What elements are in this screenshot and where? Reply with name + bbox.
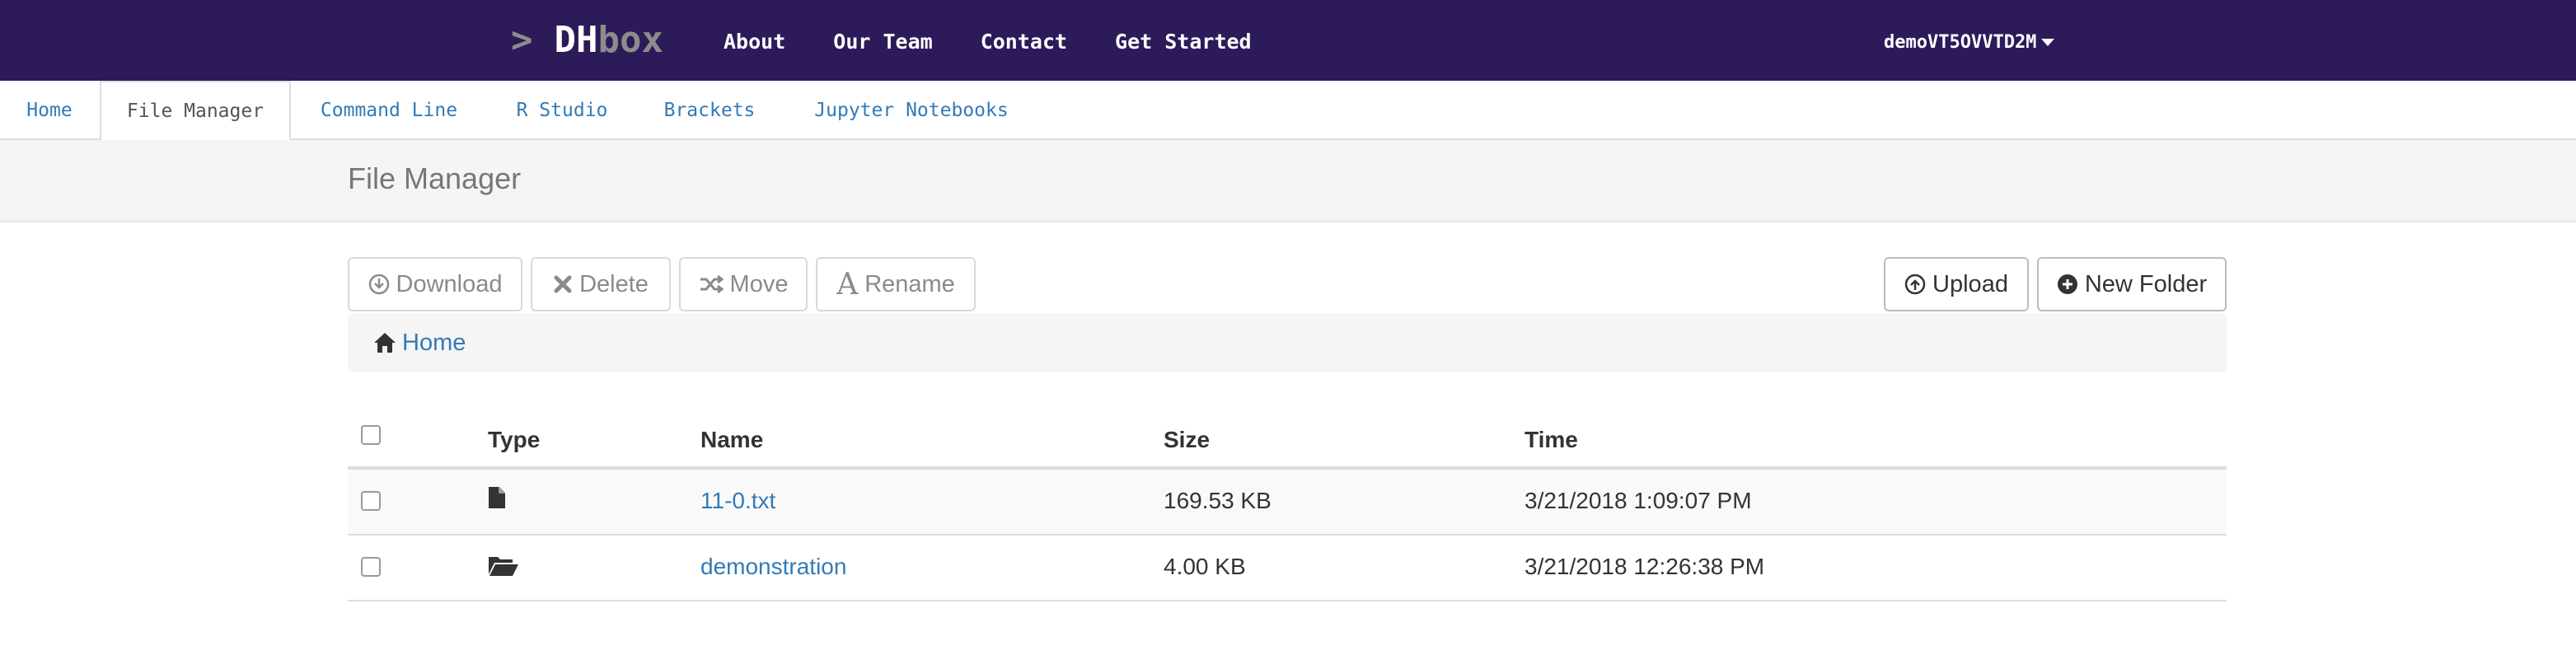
tab-home[interactable]: Home xyxy=(0,81,99,140)
tab-brackets[interactable]: Brackets xyxy=(648,81,771,140)
upload-label: Upload xyxy=(1932,270,2008,297)
nav-link-contact[interactable]: Contact xyxy=(981,30,1067,54)
page-title: File Manager xyxy=(348,161,522,195)
download-circle-icon xyxy=(368,274,390,295)
page-header: File Manager xyxy=(0,140,2576,222)
nav-link-get-started[interactable]: Get Started xyxy=(1115,30,1252,54)
tab-command-line[interactable]: Command Line xyxy=(300,81,478,140)
download-button[interactable]: Download xyxy=(348,257,522,311)
new-folder-button[interactable]: New Folder xyxy=(2037,257,2227,311)
folder-open-icon xyxy=(488,554,519,581)
caret-down-icon xyxy=(2041,38,2055,46)
file-name-link[interactable]: 11-0.txt xyxy=(700,488,775,514)
column-header-name: Name xyxy=(700,427,764,452)
tab-jupyter-notebooks[interactable]: Jupyter Notebooks xyxy=(794,81,1028,140)
select-all-checkbox[interactable] xyxy=(361,425,381,445)
file-size: 169.53 KB xyxy=(1164,488,1272,513)
shuffle-icon xyxy=(699,274,724,294)
new-folder-label: New Folder xyxy=(2084,270,2208,297)
file-time: 3/21/2018 12:26:38 PM xyxy=(1525,554,1765,579)
file-time: 3/21/2018 1:09:07 PM xyxy=(1525,488,1752,513)
nav-links: About Our Team Contact Get Started xyxy=(724,25,1300,58)
brand-logo[interactable]: > DH box xyxy=(511,15,663,64)
breadcrumb-home[interactable]: Home xyxy=(372,330,466,357)
tab-r-studio[interactable]: R Studio xyxy=(494,81,630,140)
column-header-type: Type xyxy=(488,427,541,452)
table-row[interactable]: 11-0.txt 169.53 KB 3/21/2018 1:09:07 PM xyxy=(348,470,2227,536)
home-icon xyxy=(374,333,396,353)
table-header: Type Name Size Time xyxy=(348,405,2227,470)
breadcrumb: Home xyxy=(348,313,2227,372)
file-table: Type Name Size Time 11-0.txt 169.53 KB 3… xyxy=(348,405,2227,601)
tab-file-manager[interactable]: File Manager xyxy=(100,81,291,142)
font-a-icon: A xyxy=(836,267,859,302)
row-checkbox[interactable] xyxy=(361,557,381,577)
rename-button[interactable]: A Rename xyxy=(816,257,976,311)
top-navbar: > DH box About Our Team Contact Get Star… xyxy=(0,0,2576,81)
file-icon xyxy=(488,486,506,513)
row-checkbox[interactable] xyxy=(361,491,381,511)
upload-circle-icon xyxy=(1904,274,1926,295)
file-name-link[interactable]: demonstration xyxy=(700,554,846,580)
file-size: 4.00 KB xyxy=(1164,554,1246,579)
breadcrumb-home-label: Home xyxy=(402,329,466,356)
nav-link-our-team[interactable]: Our Team xyxy=(833,30,932,54)
delete-x-icon xyxy=(553,274,573,294)
nav-link-about[interactable]: About xyxy=(724,30,785,54)
column-header-time: Time xyxy=(1525,427,1578,452)
table-row[interactable]: demonstration 4.00 KB 3/21/2018 12:26:38… xyxy=(348,536,2227,601)
user-menu-dropdown[interactable]: demoVT5OVVTD2M xyxy=(1884,30,2055,54)
brand-dh: DH xyxy=(554,18,598,61)
delete-button[interactable]: Delete xyxy=(531,257,671,311)
column-header-size: Size xyxy=(1164,427,1211,452)
brand-box: box xyxy=(597,18,663,61)
delete-label: Delete xyxy=(579,270,649,297)
rename-label: Rename xyxy=(864,270,955,297)
brand-prompt: > xyxy=(511,18,533,61)
user-name: demoVT5OVVTD2M xyxy=(1884,31,2037,53)
move-label: Move xyxy=(729,270,789,297)
app-tabs: Home File Manager Command Line R Studio … xyxy=(0,81,2576,142)
download-label: Download xyxy=(396,270,503,297)
move-button[interactable]: Move xyxy=(679,257,808,311)
upload-button[interactable]: Upload xyxy=(1884,257,2029,311)
plus-circle-icon xyxy=(2057,274,2078,295)
